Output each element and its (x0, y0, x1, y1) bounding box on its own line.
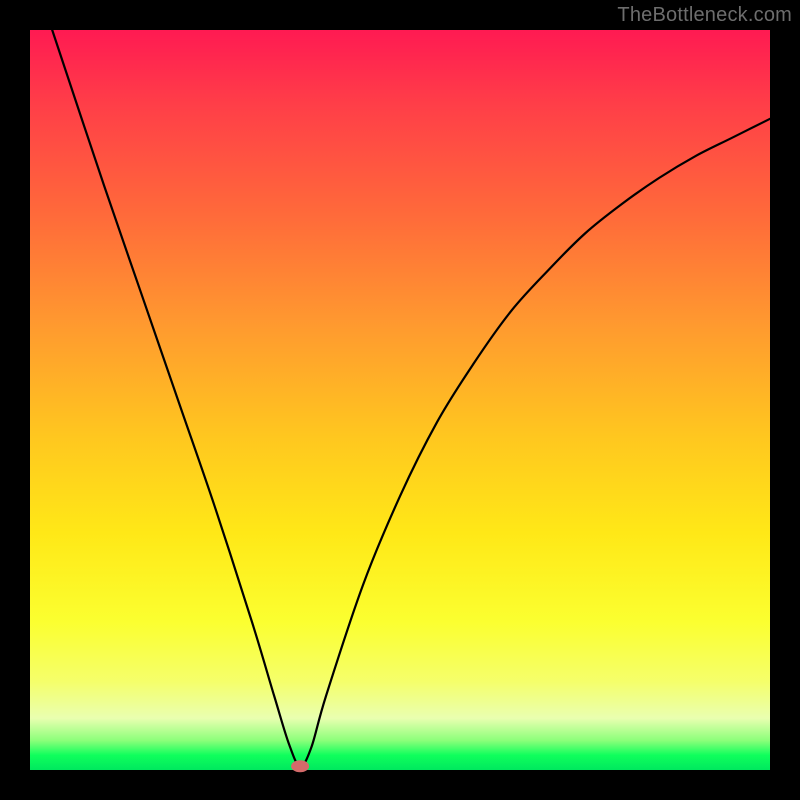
bottleneck-curve (52, 30, 770, 766)
curve-svg (30, 30, 770, 770)
watermark-text: TheBottleneck.com (617, 4, 792, 27)
plot-area (30, 30, 770, 770)
chart-frame: TheBottleneck.com (0, 0, 800, 800)
optimal-point-marker (291, 760, 309, 772)
